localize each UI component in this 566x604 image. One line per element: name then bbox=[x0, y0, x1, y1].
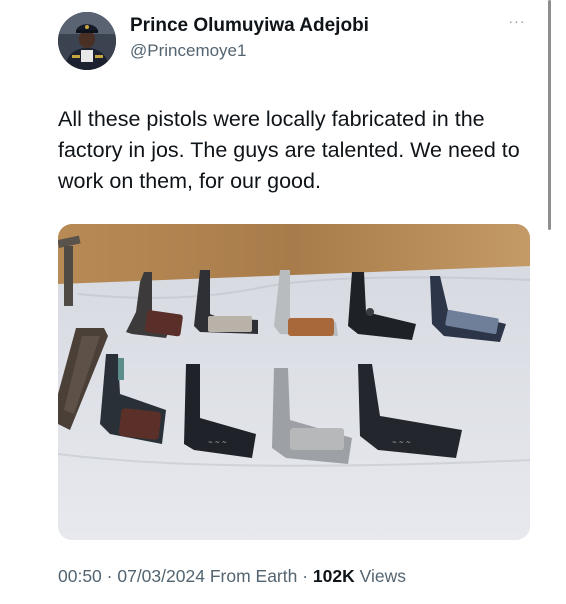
author-handle[interactable]: @Princemoye1 bbox=[130, 41, 246, 61]
more-options-icon[interactable]: ··· bbox=[506, 14, 528, 30]
tweet-meta: 00:50 · 07/03/2024 From Earth · 102K Vie… bbox=[58, 566, 406, 587]
svg-text:~ ~ ~: ~ ~ ~ bbox=[208, 439, 227, 446]
scrollbar[interactable] bbox=[548, 0, 551, 230]
avatar[interactable] bbox=[58, 12, 116, 70]
tweet-source: From Earth bbox=[209, 566, 298, 586]
tweet-text: All these pistols were locally fabricate… bbox=[58, 107, 520, 193]
views-count: 102K bbox=[312, 566, 355, 586]
tweet-date[interactable]: 07/03/2024 bbox=[117, 566, 205, 586]
views-label: Views bbox=[359, 566, 407, 586]
meta-separator: · bbox=[297, 566, 313, 586]
svg-text:~ ~ ~: ~ ~ ~ bbox=[392, 439, 411, 446]
author-display-name[interactable]: Prince Olumuyiwa Adejobi bbox=[130, 15, 369, 37]
pistols-photo-icon: ~ ~ ~ ~ ~ ~ bbox=[58, 224, 530, 540]
tweet-card: Prince Olumuyiwa Adejobi @Princemoye1 ··… bbox=[0, 0, 566, 604]
police-officer-avatar-icon bbox=[58, 12, 116, 70]
tweet-time[interactable]: 00:50 bbox=[58, 566, 102, 586]
meta-separator: · bbox=[101, 566, 118, 586]
tweet-media[interactable]: ~ ~ ~ ~ ~ ~ bbox=[58, 224, 530, 540]
